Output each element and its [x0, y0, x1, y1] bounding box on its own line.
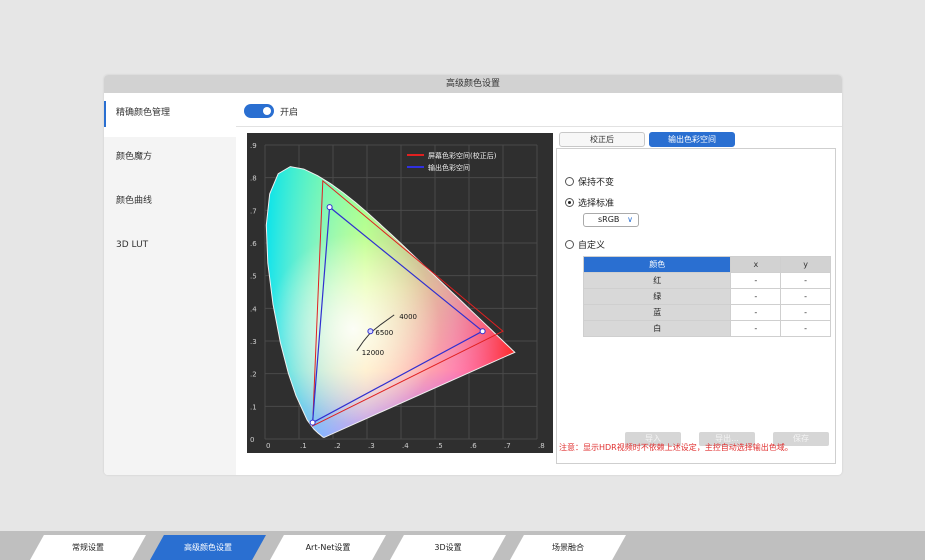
output-colorspace-panel: 保持不变 选择标准 sRGB ∨ 自定义 颜色 x y 红 - - 绿 - - … [556, 148, 836, 464]
x-tick-label: .1 [300, 442, 307, 450]
cell-y[interactable]: - [780, 288, 831, 305]
legend-label: 屏幕色彩空间(校正后) [428, 151, 497, 160]
row-name: 白 [582, 320, 732, 337]
primary-point [309, 419, 316, 426]
y-tick-label: .2 [250, 371, 257, 379]
y-tick-label: .7 [250, 207, 257, 215]
tab-general-settings[interactable]: 常规设置 [30, 535, 146, 560]
hdr-note: 注意：显示HDR视频时不依赖上述设定，主控自动选择输出色域。 [559, 443, 793, 452]
tab-3d-settings[interactable]: 3D设置 [390, 535, 506, 560]
option-keep[interactable]: 保持不变 [565, 175, 614, 188]
table-row: 红 - - [582, 272, 831, 289]
cell-x[interactable]: - [730, 288, 782, 305]
sidebar-item-color-curve[interactable]: 颜色曲线 [104, 181, 236, 225]
row-name: 蓝 [582, 304, 732, 321]
sidebar-item-3d-lut[interactable]: 3D LUT [104, 225, 236, 269]
tab-artnet-settings[interactable]: Art-Net设置 [270, 535, 386, 560]
table-row: 白 - - [582, 320, 831, 337]
x-tick-label: .4 [402, 442, 409, 450]
option-keep-label: 保持不变 [578, 178, 615, 188]
cie-chart-svg: 0 .1 .2 .3 .4 .5 .6 .7 .8 0 .1 .2 .3 .4 .5 .6 .7 .8 .9 4000… [250, 142, 545, 450]
cell-x[interactable]: - [730, 304, 782, 321]
radio-keep[interactable] [565, 177, 574, 186]
y-tick-label: .5 [250, 273, 257, 281]
header-y: y [780, 256, 831, 273]
y-tick-label: .9 [250, 142, 257, 150]
cie-chromaticity-chart: 0 .1 .2 .3 .4 .5 .6 .7 .8 0 .1 .2 .3 .4 .5 .6 .7 .8 .9 4000… [247, 133, 553, 453]
sidebar: 精确颜色管理 颜色魔方 颜色曲线 3D LUT [104, 93, 236, 475]
enable-toggle-label: 开启 [280, 107, 299, 118]
option-select-standard[interactable]: 选择标准 [565, 196, 614, 209]
colorspace-tabs: 校正后 输出色彩空间 [559, 132, 739, 147]
primary-point [326, 204, 333, 211]
divider [236, 126, 842, 127]
header-x: x [730, 256, 782, 273]
chevron-down-icon: ∨ [627, 215, 633, 224]
tab-advanced-color[interactable]: 高级颜色设置 [150, 535, 266, 560]
sidebar-item-precise-color[interactable]: 精确颜色管理 [104, 93, 236, 137]
option-custom-label: 自定义 [578, 241, 606, 251]
row-name: 红 [582, 272, 732, 289]
cell-x[interactable]: - [730, 272, 782, 289]
radio-custom[interactable] [565, 240, 574, 249]
table-row: 蓝 - - [582, 304, 831, 321]
cell-y[interactable]: - [780, 320, 831, 337]
y-tick-label: .3 [250, 338, 257, 346]
primaries-table: 颜色 x y 红 - - 绿 - - 蓝 - - 白 - - [582, 256, 831, 337]
x-tick-label: 0 [266, 442, 270, 450]
sidebar-item-color-cube[interactable]: 颜色魔方 [104, 137, 236, 181]
cell-y[interactable]: - [780, 272, 831, 289]
x-tick-label: .2 [334, 442, 341, 450]
option-custom[interactable]: 自定义 [565, 238, 605, 251]
header-color: 颜色 [582, 256, 732, 273]
tab-output-colorspace[interactable]: 输出色彩空间 [649, 132, 735, 147]
x-tick-label: .6 [470, 442, 477, 450]
x-tick-label: .7 [504, 442, 511, 450]
spectral-locus-outline [265, 166, 516, 438]
x-tick-label: .5 [436, 442, 443, 450]
y-tick-label: .6 [250, 240, 257, 248]
tab-scene-blend[interactable]: 场景融合 [510, 535, 626, 560]
y-tick-label: .1 [250, 403, 257, 411]
x-tick-label: .3 [368, 442, 375, 450]
dialog-title: 高级颜色设置 [104, 75, 842, 93]
legend-label: 输出色彩空间 [428, 163, 470, 172]
white-point [367, 328, 374, 335]
y-tick-label: .4 [250, 305, 257, 313]
table-header-row: 颜色 x y [582, 256, 831, 273]
x-tick-label: .8 [538, 442, 545, 450]
primary-point [479, 328, 486, 335]
cct-label: 12000 [362, 349, 384, 357]
enable-toggle[interactable] [244, 104, 274, 118]
toggle-knob [263, 107, 271, 115]
standard-select-value: sRGB [598, 215, 620, 224]
standard-select[interactable]: sRGB ∨ [583, 213, 639, 227]
cell-y[interactable]: - [780, 304, 831, 321]
advanced-color-dialog: 高级颜色设置 精确颜色管理 颜色魔方 颜色曲线 3D LUT 开启 0 .1 .2.… [104, 75, 842, 475]
y-tick-label: .8 [250, 175, 257, 183]
cct-label: 6500 [375, 329, 393, 337]
cell-x[interactable]: - [730, 320, 782, 337]
tab-calibrated[interactable]: 校正后 [559, 132, 645, 147]
enable-toggle-row: 开启 [244, 103, 298, 119]
y-tick-label: 0 [250, 436, 254, 444]
option-select-standard-label: 选择标准 [578, 199, 615, 209]
row-name: 绿 [582, 288, 732, 305]
radio-select-standard[interactable] [565, 198, 574, 207]
cct-label: 4000 [399, 313, 417, 321]
table-row: 绿 - - [582, 288, 831, 305]
